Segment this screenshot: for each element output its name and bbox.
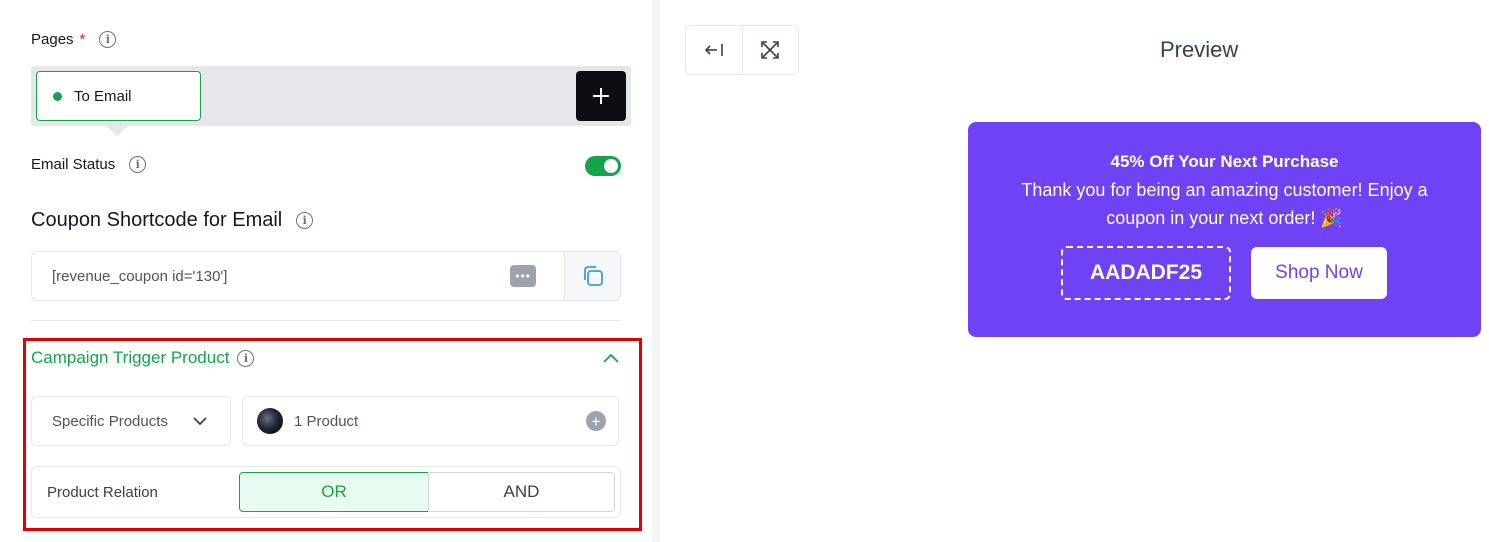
relation-and-button[interactable]: AND [428, 472, 615, 512]
expand-preview-button[interactable] [741, 26, 798, 74]
product-thumbnail [257, 408, 283, 434]
plus-icon [593, 88, 609, 104]
chevron-up-icon[interactable] [601, 350, 621, 366]
pages-label-row: Pages * i [31, 31, 117, 48]
expand-icon [761, 41, 780, 59]
campaign-trigger-heading[interactable]: Campaign Trigger Product i [31, 348, 255, 368]
campaign-trigger-title: Campaign Trigger Product [31, 348, 230, 367]
toggle-knob [604, 159, 618, 173]
add-page-button[interactable] [576, 71, 626, 121]
product-count: 1 Product [294, 412, 359, 430]
info-icon[interactable]: i [296, 212, 314, 229]
page-tab-label: To Email [74, 87, 132, 105]
tab-pointer [106, 126, 128, 136]
page-tab-to-email[interactable]: To Email [36, 71, 201, 121]
coupon-shortcode-title: Coupon Shortcode for Email [31, 209, 283, 231]
copy-button[interactable] [564, 252, 620, 300]
copy-icon [583, 266, 603, 286]
info-icon[interactable]: i [237, 349, 255, 367]
chevron-down-icon [193, 417, 207, 426]
shop-now-button[interactable]: Shop Now [1251, 247, 1387, 299]
product-scope-value: Specific Products [52, 412, 168, 430]
section-divider [31, 320, 621, 321]
required-mark: * [79, 31, 86, 48]
product-picker[interactable]: 1 Product + [242, 396, 619, 446]
coupon-banner-preview: 45% Off Your Next Purchase Thank you for… [968, 122, 1481, 337]
add-product-icon[interactable]: + [586, 411, 606, 431]
banner-heading: 45% Off Your Next Purchase [1110, 152, 1339, 171]
email-status-toggle[interactable] [585, 156, 621, 176]
email-status-label: Email Status [31, 156, 116, 173]
info-icon[interactable]: i [129, 156, 147, 173]
coupon-code[interactable]: AADADF25 [1061, 246, 1231, 300]
banner-message: Thank you for being an amazing customer!… [1021, 180, 1428, 228]
settings-panel: Pages * i To Email Email Status i Coupon… [0, 0, 652, 542]
active-dot-icon [53, 91, 62, 101]
pages-tab-bar: To Email [31, 66, 631, 126]
preview-toolbar [685, 25, 799, 75]
ellipsis-icon[interactable]: ••• [510, 265, 536, 287]
pages-label: Pages [31, 31, 74, 48]
shortcode-value[interactable]: [revenue_coupon id='130'] [32, 268, 510, 285]
info-icon[interactable]: i [99, 31, 117, 48]
panel-divider [652, 0, 660, 542]
coupon-shortcode-heading: Coupon Shortcode for Email i [31, 209, 314, 232]
collapse-left-icon [704, 44, 723, 56]
relation-or-button[interactable]: OR [239, 472, 429, 512]
collapse-panel-button[interactable] [686, 26, 742, 74]
preview-title: Preview [1160, 37, 1239, 62]
product-scope-select[interactable]: Specific Products [31, 396, 231, 446]
email-status-row: Email Status i [31, 156, 147, 173]
shortcode-field: [revenue_coupon id='130'] ••• [31, 251, 621, 301]
product-relation-label: Product Relation [47, 483, 158, 501]
product-relation-row: Product Relation OR AND [31, 466, 621, 518]
